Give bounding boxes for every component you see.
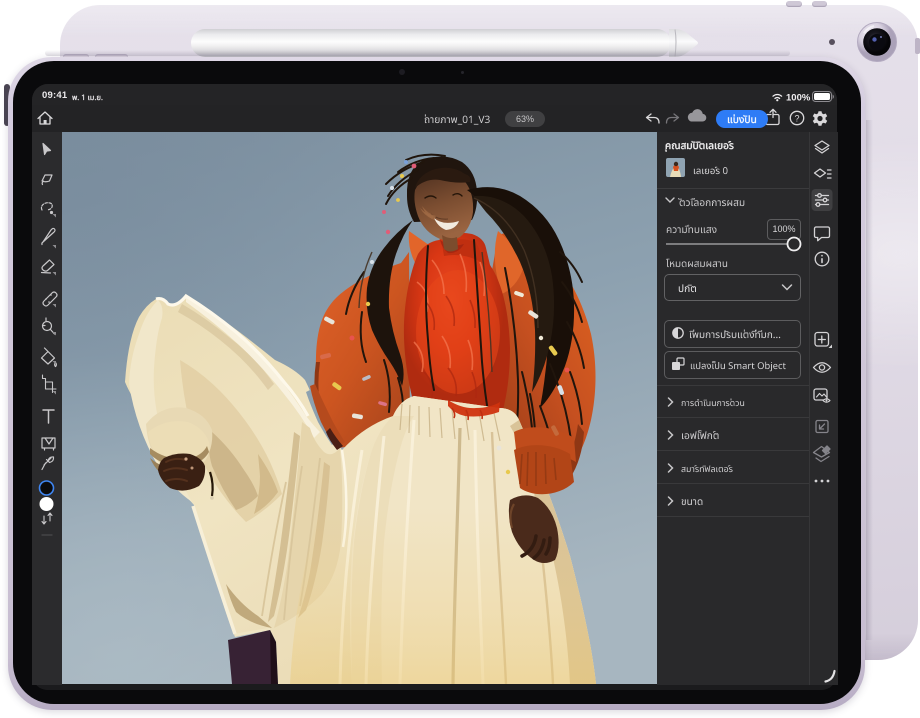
svg-text:100%: 100% — [786, 93, 811, 104]
svg-text:?: ? — [795, 114, 800, 124]
